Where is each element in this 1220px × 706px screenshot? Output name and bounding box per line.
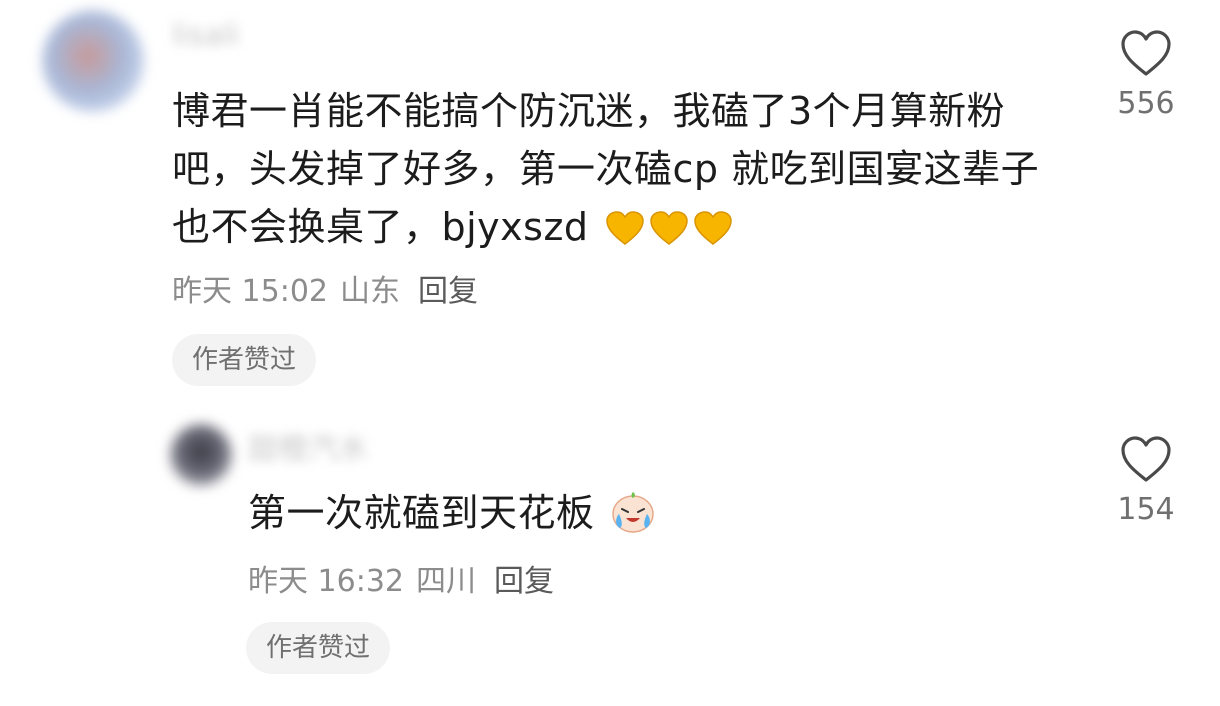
yellow-heart-icon	[601, 205, 733, 249]
comment-text: 博君一肖能不能搞个防沉迷，我磕了3个月算新粉吧，头发掉了好多，第一次磕cp 就吃…	[172, 82, 1052, 256]
crying-face-icon	[607, 491, 657, 535]
comment-text: 第一次就磕到天花板	[248, 484, 657, 542]
location: 四川	[416, 564, 476, 599]
reply-button[interactable]: 回复	[494, 564, 554, 599]
comment-meta: 昨天 16:32 四川 回复	[248, 556, 566, 600]
timestamp: 昨天 15:02	[172, 274, 328, 309]
username[interactable]: 甜橙汽水	[248, 424, 368, 468]
author-liked-badge: 作者赞过	[172, 334, 317, 386]
comment-text-body: 第一次就磕到天花板	[248, 491, 595, 535]
username[interactable]: lisali	[172, 18, 239, 53]
heart-outline-icon[interactable]	[1119, 28, 1173, 78]
like-button[interactable]: 154	[1096, 434, 1196, 527]
location: 山东	[340, 274, 400, 309]
author-liked-badge: 作者赞过	[246, 622, 391, 674]
reply-button[interactable]: 回复	[418, 274, 478, 309]
comment-meta: 昨天 15:02 山东 回复	[172, 266, 490, 310]
like-button[interactable]: 556	[1096, 28, 1196, 121]
like-count: 556	[1117, 86, 1175, 121]
avatar[interactable]	[170, 424, 232, 486]
timestamp: 昨天 16:32	[248, 564, 404, 599]
heart-outline-icon[interactable]	[1119, 434, 1173, 484]
like-count: 154	[1117, 492, 1175, 527]
avatar[interactable]	[42, 10, 144, 112]
